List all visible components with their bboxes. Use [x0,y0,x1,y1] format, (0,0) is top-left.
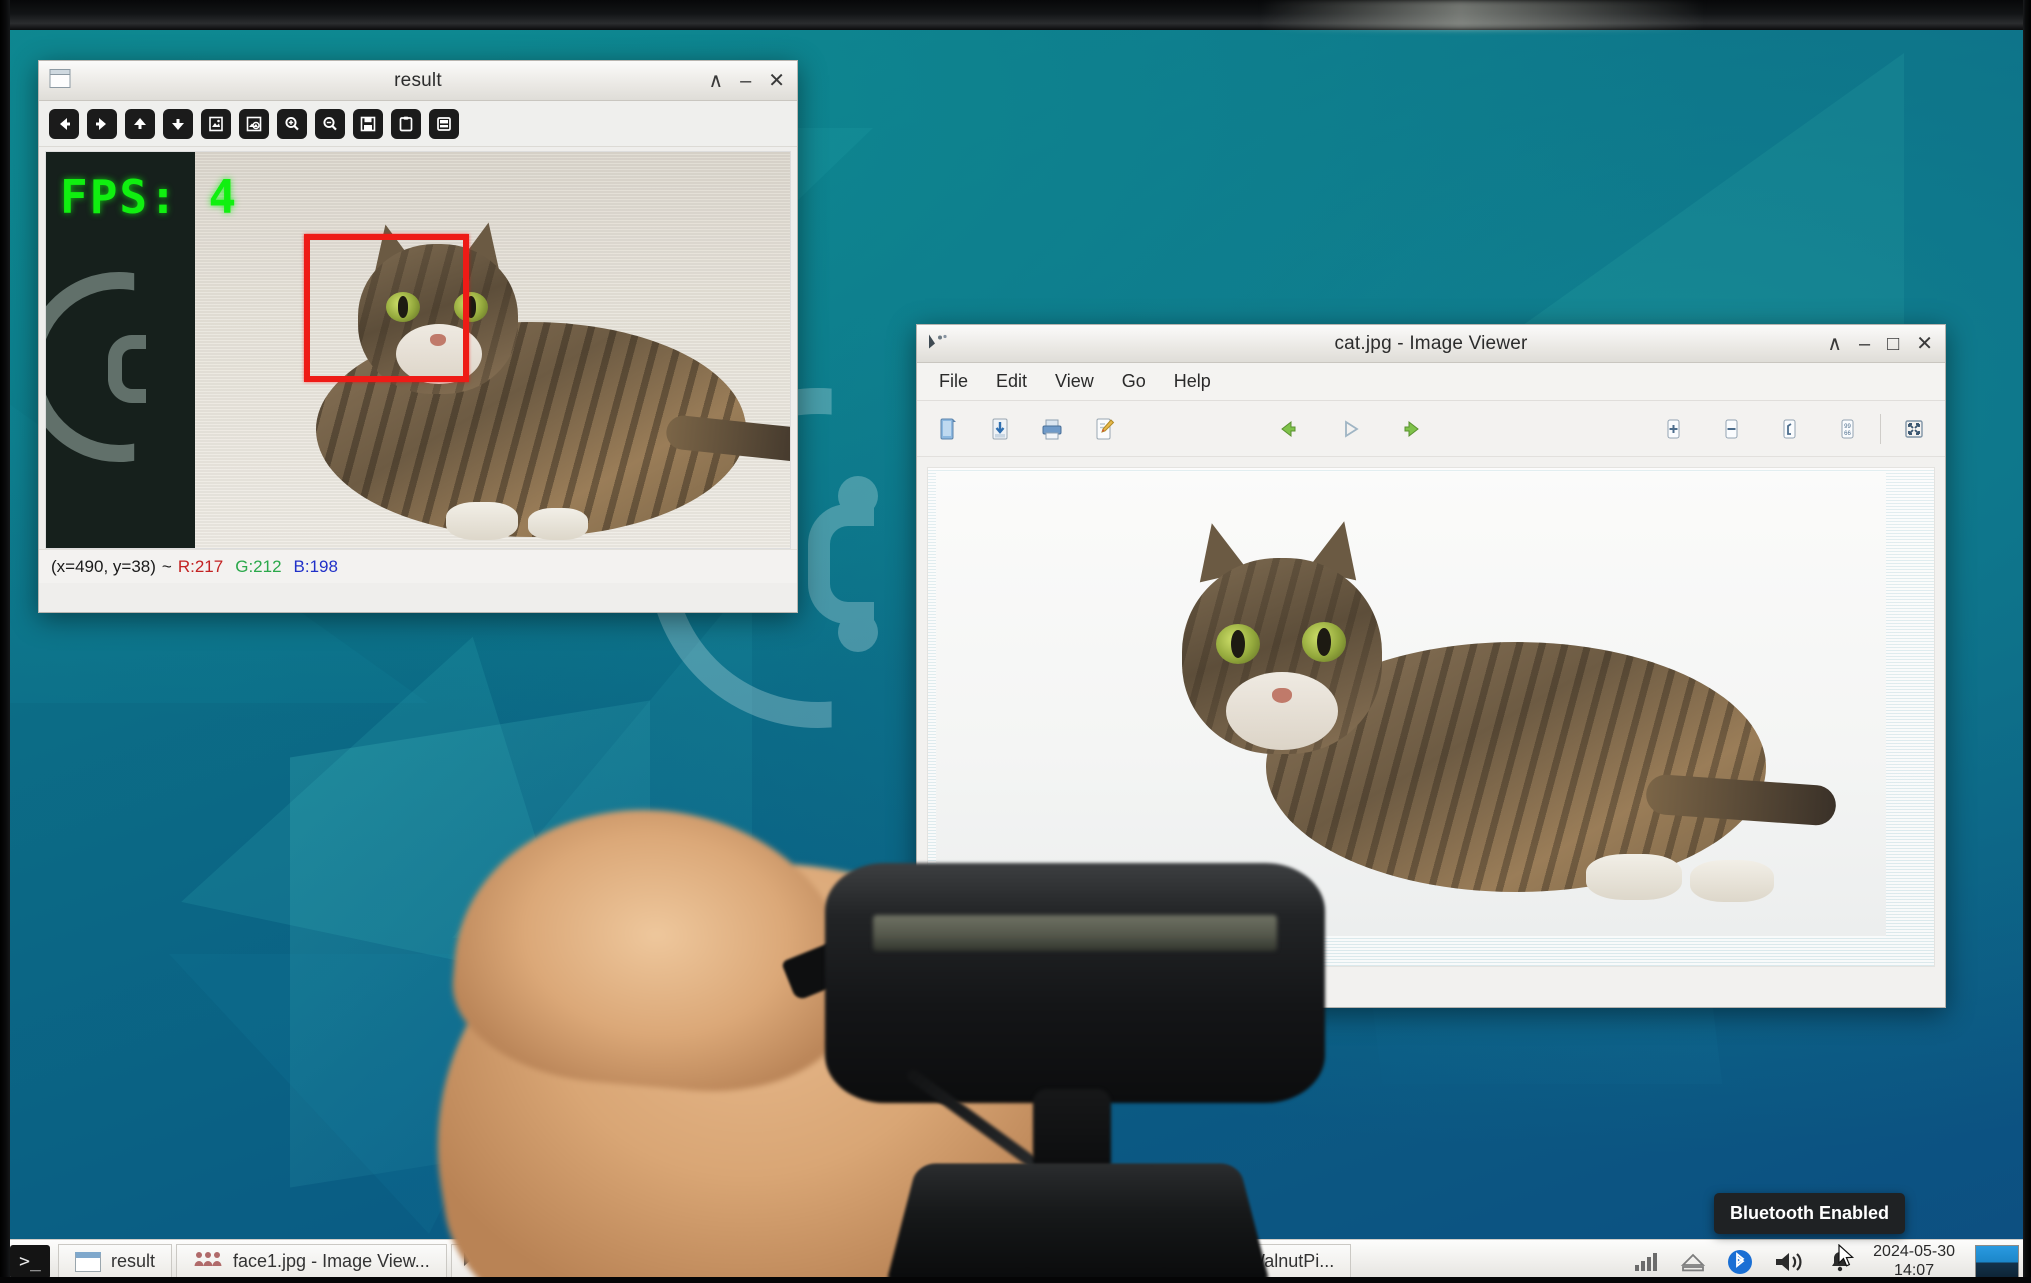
task-face1[interactable]: face1.jpg - Image View... [176,1243,447,1280]
close-button[interactable]: ✕ [1916,334,1933,354]
menu-help[interactable]: Help [1162,367,1223,396]
previous-image-icon[interactable] [1271,412,1305,446]
system-tray[interactable]: 2024-05-30 14:07 [1633,1243,2031,1280]
open-file-icon[interactable] [931,412,965,446]
minimize-button[interactable]: – [740,71,751,91]
menu-file[interactable]: File [927,367,980,396]
pan-up-icon[interactable] [125,108,155,139]
rollup-button[interactable]: ∧ [708,71,723,91]
copy-icon[interactable] [391,108,421,139]
fit-image-icon[interactable] [201,108,231,139]
screenshot-root: result ∧ – ✕ FPS: 4 (x=490, y=38) ~ R:21… [0,0,2031,1283]
result-titlebar[interactable]: result ∧ – ✕ [39,61,797,101]
zoom-region-icon[interactable] [239,108,269,139]
terminal-icon[interactable]: >_ [10,1244,50,1279]
save-as-icon[interactable] [983,412,1017,446]
clock-date: 2024-05-30 [1873,1243,1955,1261]
zoom-in-icon[interactable] [277,108,307,139]
wifi-signal-icon[interactable] [1633,1251,1659,1273]
pan-down-icon[interactable] [163,108,193,139]
maximize-button[interactable]: □ [1887,334,1899,354]
viewer-menubar[interactable]: File Edit View Go Help [917,363,1945,401]
status-red-value: R:217 [177,556,224,576]
people-icon [193,1250,223,1273]
fullscreen-icon[interactable] [1897,412,1931,446]
slideshow-play-icon[interactable] [1333,412,1367,446]
show-desktop-button[interactable] [1975,1244,2019,1279]
camera-cat-subject [196,212,790,548]
wallpaper-facet [1483,53,1904,354]
next-image-icon[interactable] [1395,412,1429,446]
eject-icon[interactable] [1679,1251,1707,1273]
pan-right-icon[interactable] [87,108,117,139]
viewer-titlebar[interactable]: cat.jpg - Image Viewer ∧ – □ ✕ [917,325,1945,363]
monitor-bezel-left [0,0,10,1283]
viewer-window-title: cat.jpg - Image Viewer [1334,332,1528,354]
task-result-label: result [111,1251,156,1271]
viewer-toolbar[interactable]: 99 66 [917,401,1945,457]
properties-icon[interactable] [429,108,459,139]
bluetooth-tooltip: Bluetooth Enabled [1714,1193,1905,1234]
status-coords: (x=490, y=38) [51,556,156,576]
task-face1-label: face1.jpg - Image View... [233,1251,430,1271]
clock[interactable]: 2024-05-30 14:07 [1873,1243,1955,1280]
result-window-controls[interactable]: ∧ – ✕ [708,61,785,100]
zoom-normal-icon[interactable] [1772,412,1806,446]
zoom-fit-icon[interactable]: 99 66 [1830,412,1864,446]
status-blue-value: B:198 [293,556,338,576]
pan-left-icon[interactable] [49,108,79,139]
mouse-cursor [1838,1243,1856,1275]
print-icon[interactable] [1035,412,1069,446]
save-icon[interactable] [353,108,383,139]
result-window[interactable]: result ∧ – ✕ FPS: 4 (x=490, y=38) ~ R:21… [38,60,798,613]
task-result[interactable]: result [58,1243,173,1280]
fps-overlay-label: FPS: 4 [60,170,239,224]
status-separator: ~ [161,556,172,576]
result-status-bar: (x=490, y=38) ~ R:217 G:212 B:198 [39,549,797,583]
menu-view[interactable]: View [1043,367,1106,396]
monitor-bezel-top [0,0,2031,30]
zoom-out-icon[interactable] [1714,412,1748,446]
close-button[interactable]: ✕ [768,71,785,91]
result-window-title: result [394,69,442,91]
edit-image-icon[interactable] [1087,412,1121,446]
camera-preview-canvas[interactable]: FPS: 4 [45,151,791,549]
svg-text:66: 66 [1844,431,1851,437]
result-toolbar[interactable] [39,101,797,147]
monitor-bezel-bottom [0,1277,2031,1283]
viewer-window-controls[interactable]: ∧ – □ ✕ [1827,325,1933,362]
window-icon [49,68,71,93]
rollup-button[interactable]: ∧ [1827,334,1842,354]
zoom-out-icon[interactable] [315,108,345,139]
menu-edit[interactable]: Edit [984,367,1039,396]
window-icon [75,1251,101,1272]
svg-text:99: 99 [1844,424,1851,430]
usb-webcam-device [781,863,1355,1283]
image-viewer-icon [927,331,951,356]
status-green-value: G:212 [235,556,282,576]
menu-go[interactable]: Go [1110,367,1158,396]
face-detection-box [304,234,469,382]
minimize-button[interactable]: – [1859,334,1870,354]
monitor-bezel-right [2023,0,2031,1283]
zoom-in-icon[interactable] [1656,412,1690,446]
volume-icon[interactable] [1773,1249,1807,1275]
bluetooth-icon[interactable] [1727,1249,1753,1275]
